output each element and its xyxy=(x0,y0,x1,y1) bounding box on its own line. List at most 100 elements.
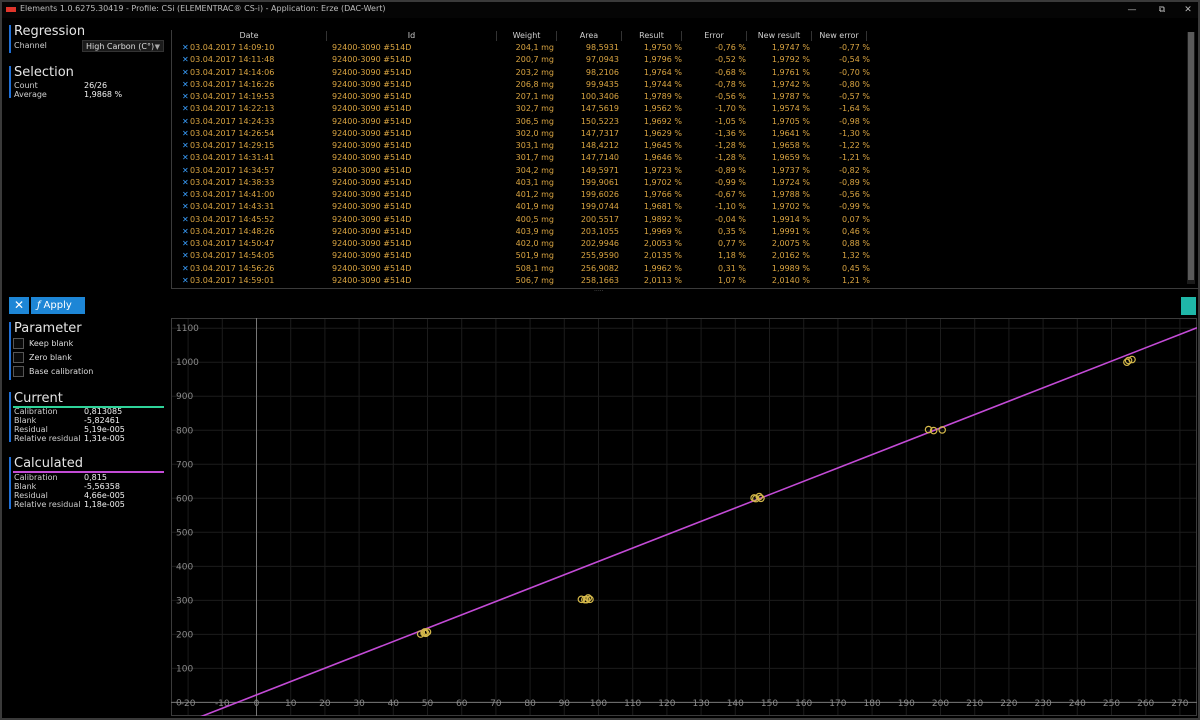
table-cell: 92400-3090 #514D xyxy=(332,275,412,285)
table-row[interactable]: ✕ 03.04.2017 14:59:01 92400-3090 #514D 506,… xyxy=(172,275,1182,287)
y-tick-label: 300 xyxy=(176,596,193,606)
table-row[interactable]: ✕ 03.04.2017 14:56:26 92400-3090 #514D 508,… xyxy=(172,263,1182,275)
maximize-button[interactable]: ⧉ xyxy=(1152,3,1172,17)
splitter-grip[interactable]: ····· xyxy=(594,289,608,295)
deselect-row-icon[interactable]: ✕ xyxy=(182,79,189,91)
table-row[interactable]: ✕ 03.04.2017 14:24:33 92400-3090 #514D 306,… xyxy=(172,116,1182,128)
table-cell: 1,9574 % xyxy=(771,104,810,114)
deselect-row-icon[interactable]: ✕ xyxy=(182,177,189,189)
table-cell: 92400-3090 #514D xyxy=(332,251,412,261)
deselect-row-icon[interactable]: ✕ xyxy=(182,214,189,226)
deselect-row-icon[interactable]: ✕ xyxy=(182,91,189,103)
table-row[interactable]: ✕ 03.04.2017 14:34:57 92400-3090 #514D 304,… xyxy=(172,165,1182,177)
deselect-row-icon[interactable]: ✕ xyxy=(182,103,189,115)
table-cell: 203,2 mg xyxy=(515,67,554,77)
table-row[interactable]: ✕ 03.04.2017 14:41:00 92400-3090 #514D 401,… xyxy=(172,189,1182,201)
selection-title: Selection xyxy=(14,65,74,80)
deselect-row-icon[interactable]: ✕ xyxy=(182,201,189,213)
table-cell: 304,2 mg xyxy=(515,165,554,175)
deselect-row-icon[interactable]: ✕ xyxy=(182,42,189,54)
table-row[interactable]: ✕ 03.04.2017 14:43:31 92400-3090 #514D 401,… xyxy=(172,201,1182,213)
table-cell: -0,70 % xyxy=(839,67,870,77)
table-row[interactable]: ✕ 03.04.2017 14:31:41 92400-3090 #514D 301,… xyxy=(172,152,1182,164)
table-cell: 1,9792 % xyxy=(771,55,810,65)
table-scrollbar-thumb[interactable] xyxy=(1188,32,1194,280)
deselect-row-icon[interactable]: ✕ xyxy=(182,67,189,79)
table-row[interactable]: ✕ 03.04.2017 14:09:10 92400-3090 #514D 204,… xyxy=(172,42,1182,54)
channel-select[interactable]: High Carbon (C°) ▼ xyxy=(82,40,164,52)
calculated-residual-value: 4,66e-005 xyxy=(84,491,125,500)
table-cell: 03.04.2017 14:19:53 xyxy=(190,92,275,101)
table-cell: 03.04.2017 14:09:10 xyxy=(190,43,275,52)
deselect-row-icon[interactable]: ✕ xyxy=(182,263,189,275)
table-cell: -1,70 % xyxy=(715,104,746,114)
table-row[interactable]: ✕ 03.04.2017 14:38:33 92400-3090 #514D 403,… xyxy=(172,177,1182,189)
deselect-row-icon[interactable]: ✕ xyxy=(182,189,189,201)
table-row[interactable]: ✕ 03.04.2017 14:22:13 92400-3090 #514D 302,… xyxy=(172,103,1182,115)
deselect-row-icon[interactable]: ✕ xyxy=(182,165,189,177)
column-header-new-error[interactable]: New error xyxy=(812,31,867,41)
table-cell: -1,22 % xyxy=(839,141,870,150)
close-button[interactable]: ✕ xyxy=(1178,3,1198,17)
table-row[interactable]: ✕ 03.04.2017 14:26:54 92400-3090 #514D 302,… xyxy=(172,128,1182,140)
table-cell: 199,6026 xyxy=(580,190,619,199)
table-cell: -1,64 % xyxy=(839,104,870,114)
column-header-weight[interactable]: Weight xyxy=(497,31,557,41)
table-cell: 1,21 % xyxy=(842,275,870,285)
count-label: Count xyxy=(14,81,38,90)
table-row[interactable]: ✕ 03.04.2017 14:29:15 92400-3090 #514D 303,… xyxy=(172,140,1182,152)
table-row[interactable]: ✕ 03.04.2017 14:45:52 92400-3090 #514D 400,… xyxy=(172,214,1182,226)
table-row[interactable]: ✕ 03.04.2017 14:19:53 92400-3090 #514D 207,… xyxy=(172,91,1182,103)
deselect-row-icon[interactable]: ✕ xyxy=(182,250,189,262)
column-header-error[interactable]: Error xyxy=(682,31,747,41)
deselect-row-icon[interactable]: ✕ xyxy=(182,54,189,66)
deselect-row-icon[interactable]: ✕ xyxy=(182,275,189,287)
table-row[interactable]: ✕ 03.04.2017 14:11:48 92400-3090 #514D 200,… xyxy=(172,54,1182,66)
deselect-row-icon[interactable]: ✕ xyxy=(182,116,189,128)
table-cell: 508,1 mg xyxy=(515,263,554,273)
table-cell: 1,9641 % xyxy=(771,128,810,138)
column-header-new-result[interactable]: New result xyxy=(747,31,812,41)
minimize-button[interactable]: — xyxy=(1122,3,1142,17)
column-header-area[interactable]: Area xyxy=(557,31,622,41)
table-row[interactable]: ✕ 03.04.2017 14:50:47 92400-3090 #514D 402,… xyxy=(172,238,1182,250)
x-tick-label: 150 xyxy=(761,699,778,709)
base-calibration-checkbox[interactable] xyxy=(13,366,24,377)
column-header-id[interactable]: Id xyxy=(327,31,497,41)
x-tick-label: 100 xyxy=(590,699,607,709)
column-header-result[interactable]: Result xyxy=(622,31,682,41)
table-cell: 92400-3090 #514D xyxy=(332,263,412,273)
table-row[interactable]: ✕ 03.04.2017 14:14:06 92400-3090 #514D 203,… xyxy=(172,67,1182,79)
current-relative-residual-label: Relative residual xyxy=(14,434,81,443)
table-row[interactable]: ✕ 03.04.2017 14:16:26 92400-3090 #514D 206,… xyxy=(172,79,1182,91)
table-row[interactable]: ✕ 03.04.2017 14:54:05 92400-3090 #514D 501,… xyxy=(172,250,1182,262)
table-cell: 402,0 mg xyxy=(515,239,554,248)
clear-selection-button[interactable]: ✕ xyxy=(9,297,29,314)
deselect-row-icon[interactable]: ✕ xyxy=(182,128,189,140)
current-blank-value: -5,82461 xyxy=(84,416,120,425)
deselect-row-icon[interactable]: ✕ xyxy=(182,152,189,164)
table-cell: 03.04.2017 14:29:15 xyxy=(190,141,275,150)
keep-blank-checkbox[interactable] xyxy=(13,338,24,349)
table-row[interactable]: ✕ 03.04.2017 14:48:26 92400-3090 #514D 403,… xyxy=(172,226,1182,238)
deselect-row-icon[interactable]: ✕ xyxy=(182,238,189,250)
table-cell: 92400-3090 #514D xyxy=(332,104,412,114)
current-relative-residual-value: 1,31e-005 xyxy=(84,434,125,443)
table-cell: 403,9 mg xyxy=(515,226,554,236)
calculated-accent-line xyxy=(13,471,164,473)
table-cell: 92400-3090 #514D xyxy=(332,67,412,77)
chevron-down-icon: ▼ xyxy=(154,43,160,51)
table-cell: 0,35 % xyxy=(718,226,746,236)
deselect-row-icon[interactable]: ✕ xyxy=(182,140,189,152)
zero-blank-checkbox[interactable] xyxy=(13,352,24,363)
x-tick-label: 270 xyxy=(1171,699,1188,709)
table-cell: -0,98 % xyxy=(839,116,870,126)
calculated-calibration-label: Calibration xyxy=(14,473,58,482)
deselect-row-icon[interactable]: ✕ xyxy=(182,226,189,238)
table-cell: 03.04.2017 14:41:00 xyxy=(190,190,275,199)
chart-toggle-button[interactable] xyxy=(1181,297,1196,315)
table-cell: 1,9991 % xyxy=(771,226,810,236)
apply-button[interactable]: ƒ Apply xyxy=(31,297,85,314)
column-header-date[interactable]: Date xyxy=(172,31,327,41)
table-scrollbar[interactable] xyxy=(1187,32,1195,284)
